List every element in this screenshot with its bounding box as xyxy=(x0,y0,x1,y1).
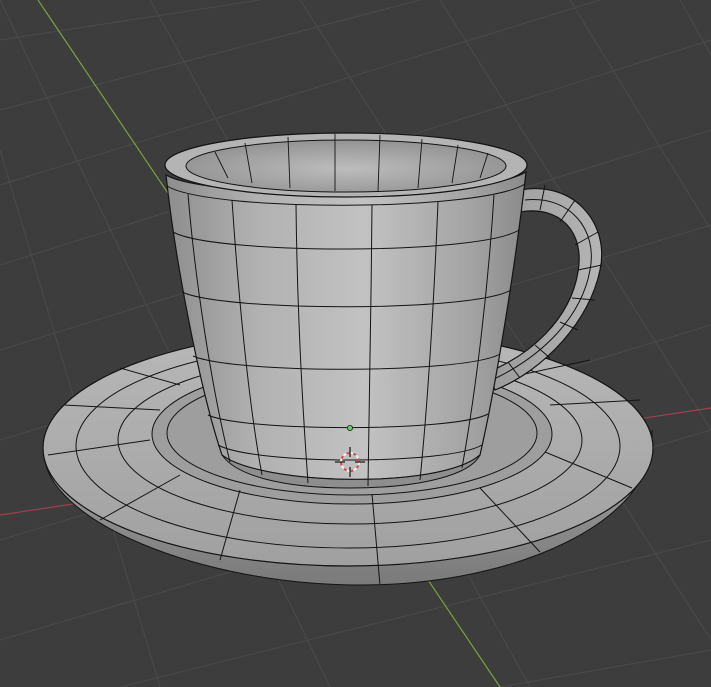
object-origin-dot[interactable] xyxy=(346,424,353,431)
cup-body xyxy=(165,170,527,481)
viewport-canvas[interactable] xyxy=(0,0,711,687)
cup-mesh[interactable] xyxy=(164,132,528,489)
3d-viewport[interactable] xyxy=(0,0,711,687)
